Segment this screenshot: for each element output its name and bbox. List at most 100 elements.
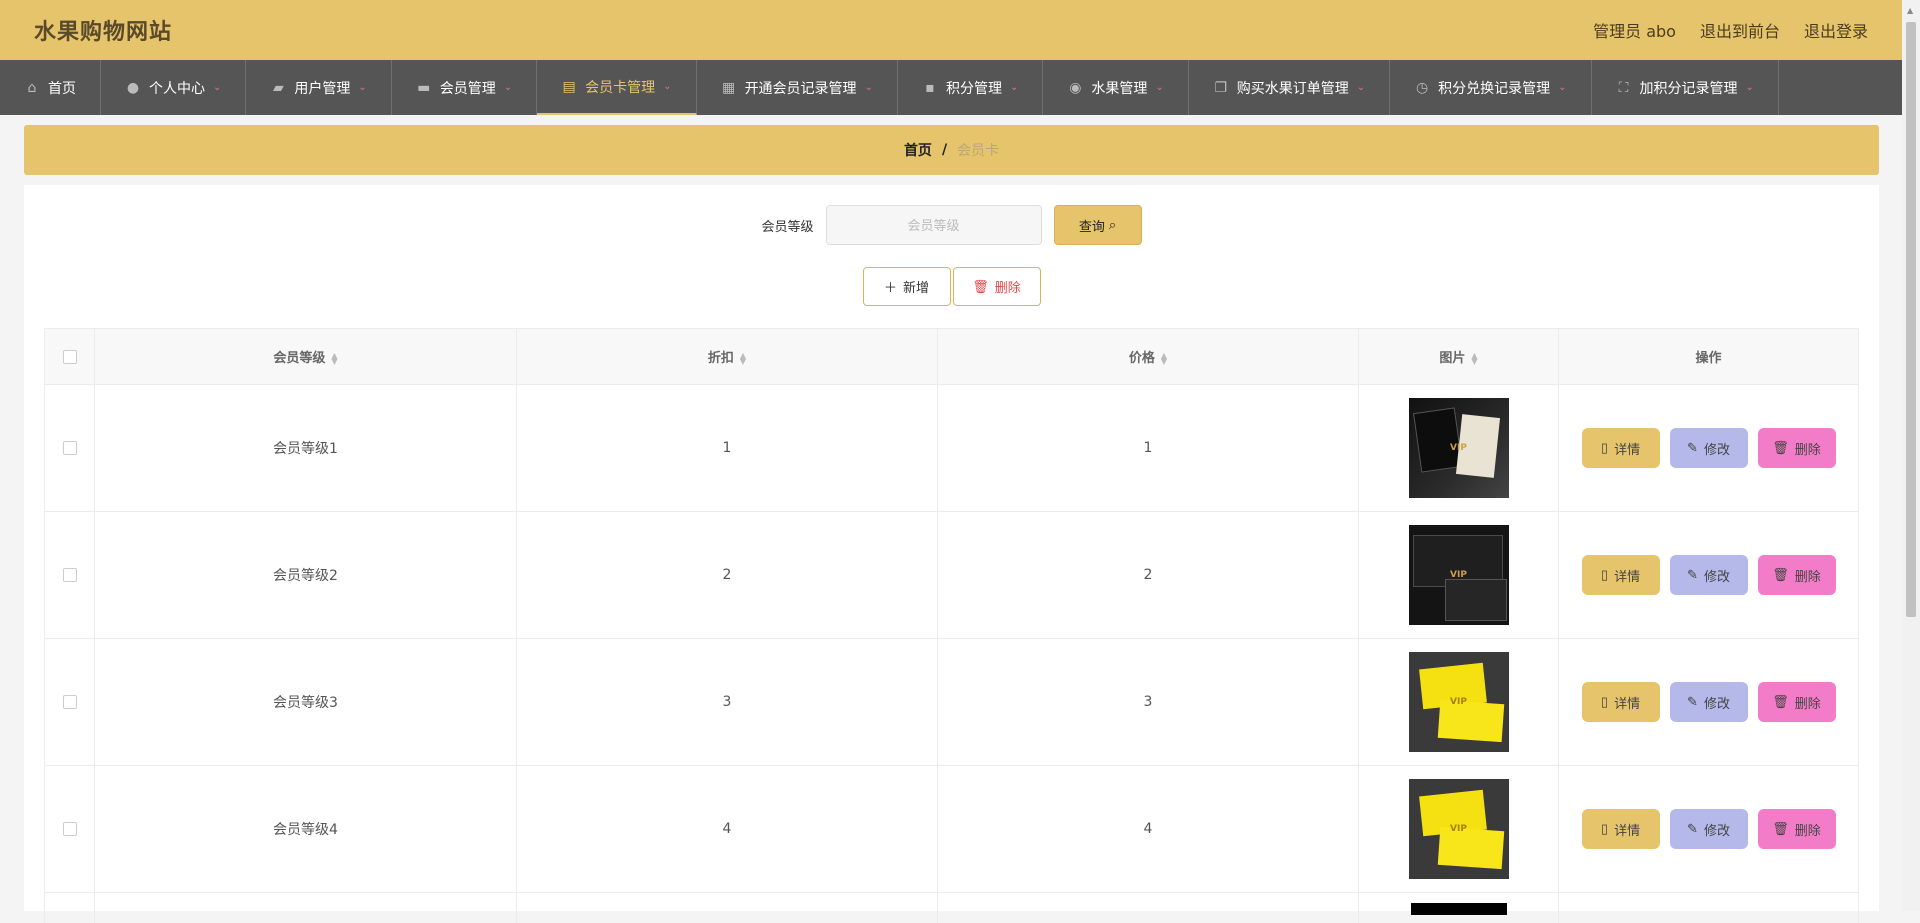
row-checkbox[interactable] — [62, 568, 77, 582]
sort-icon[interactable]: ▲ ▼ — [1161, 351, 1167, 365]
member-card-table: 会员等级 ▲ ▼ 折扣 ▲ ▼ 价格 ▲ ▼ 图片 ▲ ▼ 操作 会员等级1 1 1 VIP ▯… — [44, 328, 1859, 923]
chevron-down-icon: ⌄ — [1558, 82, 1567, 93]
detail-button[interactable]: ▯ 详情 — [1581, 682, 1660, 722]
nav-item-5[interactable]: ▦ 开通会员记录管理 ⌄ — [697, 60, 898, 115]
row-actions: ▯ 详情 ✎ 修改 🗑 删除 — [1559, 809, 1858, 849]
sort-icon[interactable]: ▲ ▼ — [740, 351, 746, 365]
chevron-down-icon: ⌄ — [213, 82, 222, 93]
row-select-cell — [44, 765, 95, 893]
chevron-down-icon: ⌄ — [503, 82, 513, 93]
header-level[interactable]: 会员等级 ▲ ▼ — [94, 328, 517, 385]
nav-item-8[interactable]: ❐ 购买水果订单管理 ⌄ — [1189, 60, 1391, 115]
scrollbar-thumb[interactable] — [1906, 22, 1916, 617]
nav-item-7[interactable]: ◉ 水果管理 ⌄ — [1043, 60, 1189, 115]
logout-link[interactable]: 退出登录 — [1804, 18, 1868, 42]
cell-level: 会员等级2 — [94, 511, 517, 639]
nav-item-label: 首页 — [48, 80, 76, 97]
select-all-checkbox[interactable] — [62, 349, 77, 364]
table-header-row: 会员等级 ▲ ▼ 折扣 ▲ ▼ 价格 ▲ ▼ 图片 ▲ ▼ 操作 — [44, 328, 1859, 385]
table-row-partial — [44, 892, 1859, 923]
edit-button[interactable]: ✎ 修改 — [1669, 555, 1748, 595]
nav-item-label: 购买水果订单管理 — [1236, 80, 1349, 97]
breadcrumb-home[interactable]: 首页 — [904, 140, 932, 160]
detail-label: 详情 — [1614, 695, 1641, 711]
delete-button[interactable]: 🗑 删除 — [1757, 428, 1836, 468]
cell-price: 2 — [937, 511, 1359, 639]
detail-button[interactable]: ▯ 详情 — [1581, 555, 1660, 595]
chevron-down-icon: ⌄ — [358, 82, 367, 93]
edit-button[interactable]: ✎ 修改 — [1669, 428, 1748, 468]
back-to-front-link[interactable]: 退出到前台 — [1700, 18, 1780, 42]
user-icon: ● — [126, 79, 140, 96]
nav-item-label: 积分管理 — [945, 80, 1002, 97]
header-price[interactable]: 价格 ▲ ▼ — [937, 328, 1359, 385]
chevron-down-icon: ⌄ — [663, 81, 672, 92]
sort-icon[interactable]: ▲ ▼ — [1471, 351, 1477, 365]
header-price-label: 价格 — [1128, 351, 1155, 366]
delete-button[interactable]: 🗑 删除 — [1757, 682, 1836, 722]
member-card-image[interactable]: VIP — [1408, 652, 1509, 752]
cell-level: 会员等级4 — [94, 765, 517, 893]
header-discount-label: 折扣 — [707, 351, 734, 366]
chevron-down-icon: ⌄ — [864, 82, 873, 93]
nav-item-10[interactable]: ⛶ 加积分记录管理 ⌄ — [1592, 60, 1779, 115]
query-button[interactable]: 查询 ⌕ — [1053, 205, 1142, 245]
batch-delete-button[interactable]: 🗑 删除 — [952, 267, 1041, 306]
trash-icon: 🗑 — [1772, 821, 1789, 836]
cell-image: VIP — [1358, 384, 1559, 512]
admin-label[interactable]: 管理员 abo — [1593, 18, 1676, 42]
edit-label: 修改 — [1703, 695, 1730, 711]
site-title: 水果购物网站 — [34, 20, 173, 45]
grid-icon: ▦ — [721, 79, 736, 96]
table-body: 会员等级1 1 1 VIP ▯ 详情 ✎ 修改 🗑 删除 会员等级2 2 2 VIP … — [44, 384, 1859, 923]
nav-item-label: 积分兑换记录管理 — [1438, 80, 1551, 97]
detail-button[interactable]: ▯ 详情 — [1581, 428, 1660, 468]
document-icon: ▯ — [1600, 440, 1609, 455]
nav-item-label: 水果管理 — [1091, 80, 1148, 97]
edit-icon: ✎ — [1687, 440, 1698, 455]
nav-item-0[interactable]: ⌂ 首页 — [0, 60, 101, 115]
add-button[interactable]: ＋ 新增 — [862, 267, 951, 306]
nav-item-3[interactable]: ▬ 会员管理 ⌄ — [392, 60, 538, 115]
chevron-down-icon: ⌄ — [1009, 82, 1019, 93]
table-row: 会员等级2 2 2 VIP ▯ 详情 ✎ 修改 🗑 删除 — [44, 511, 1859, 639]
nav-item-1[interactable]: ● 个人中心 ⌄ — [101, 60, 247, 115]
table-row: 会员等级1 1 1 VIP ▯ 详情 ✎ 修改 🗑 删除 — [44, 384, 1859, 512]
header-discount[interactable]: 折扣 ▲ ▼ — [516, 328, 938, 385]
detail-label: 详情 — [1614, 822, 1641, 838]
thumb-mark: VIP — [1450, 443, 1467, 453]
detail-label: 详情 — [1614, 441, 1641, 457]
delete-button[interactable]: 🗑 删除 — [1757, 555, 1836, 595]
cell-discount: 2 — [516, 511, 938, 639]
row-checkbox[interactable] — [62, 822, 77, 836]
nav-item-4[interactable]: ▤ 会员卡管理 ⌄ — [537, 60, 697, 115]
trash-icon: 🗑 — [972, 278, 989, 294]
member-card-image[interactable]: VIP — [1408, 779, 1509, 879]
row-checkbox[interactable] — [62, 441, 77, 455]
row-checkbox[interactable] — [62, 695, 77, 709]
edit-button[interactable]: ✎ 修改 — [1669, 682, 1748, 722]
search-icon: ⌕ — [1108, 217, 1117, 232]
member-level-search-input[interactable] — [825, 205, 1042, 245]
detail-button[interactable]: ▯ 详情 — [1581, 809, 1660, 849]
thumb-mark: VIP — [1450, 570, 1467, 580]
member-icon: ▬ — [417, 79, 431, 96]
nav-item-9[interactable]: ◷ 积分兑换记录管理 ⌄ — [1390, 60, 1592, 115]
action-row: ＋ 新增 🗑 删除 — [24, 267, 1879, 306]
sort-icon[interactable]: ▲ ▼ — [331, 351, 337, 365]
nav-item-6[interactable]: ▪ 积分管理 ⌄ — [898, 60, 1044, 115]
header-image[interactable]: 图片 ▲ ▼ — [1358, 328, 1559, 385]
trash-icon: 🗑 — [1772, 567, 1789, 582]
member-card-image[interactable]: VIP — [1408, 398, 1509, 498]
nav-item-2[interactable]: ▰ 用户管理 ⌄ — [246, 60, 392, 115]
table-row: 会员等级3 3 3 VIP ▯ 详情 ✎ 修改 🗑 删除 — [44, 638, 1859, 766]
row-select-cell — [44, 511, 95, 639]
delete-button[interactable]: 🗑 删除 — [1757, 809, 1836, 849]
cell-ops: ▯ 详情 ✎ 修改 🗑 删除 — [1558, 765, 1859, 893]
row-actions: ▯ 详情 ✎ 修改 🗑 删除 — [1559, 682, 1858, 722]
scroll-up-arrow-icon[interactable]: ▲ — [1907, 6, 1913, 15]
edit-button[interactable]: ✎ 修改 — [1669, 809, 1748, 849]
page-scrollbar[interactable]: ▲ — [1902, 0, 1920, 911]
member-card-image[interactable] — [1410, 903, 1507, 915]
member-card-image[interactable]: VIP — [1408, 525, 1509, 625]
